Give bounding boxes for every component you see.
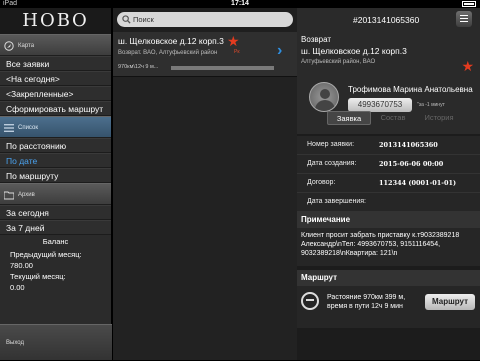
search-placeholder: Поиск: [133, 15, 154, 24]
search-icon: [122, 15, 131, 24]
balance-panel: Баланс Предыдущий месяц: 780.00 Текущий …: [0, 235, 111, 293]
route-panel: Растояние 970км 399 м, время в пути 12ч …: [297, 286, 480, 328]
balance-cur-value: 0.00: [10, 283, 25, 292]
info-label: Дата завершения:: [307, 198, 366, 205]
detail-header: Возврат ш. Щелковское д.12 корп.3 Алтуфь…: [297, 32, 480, 88]
info-value: 2013141065360: [379, 141, 438, 149]
info-row: Дата завершения:: [297, 193, 480, 212]
info-label: Номер заявки:: [307, 141, 355, 148]
sidebar-list-label: Список: [18, 125, 38, 131]
order-region: Возврат. ВАО, Алтуфьевский район: [118, 50, 218, 56]
sidebar-map-label: Карта: [18, 43, 35, 49]
sidebar-item-today[interactable]: <На сегодня>: [0, 71, 111, 86]
star-icon: ★: [227, 33, 240, 49]
order-detail: #2013141065360 Возврат ш. Щелковское д.1…: [297, 8, 480, 360]
order-address: ш. Щелковское д.12 корп.3: [118, 36, 224, 46]
avatar: [309, 82, 339, 112]
info-row: Номер заявки: 2013141065360: [297, 136, 480, 155]
sidebar-map-button[interactable]: Карта: [0, 34, 111, 56]
info-row: Дата создания: 2015-06-06 00:00: [297, 155, 480, 174]
detail-region: Алтуфьевский район, ВАО: [301, 59, 376, 65]
detail-toolbar: #2013141065360: [297, 8, 480, 32]
sidebar-list-button[interactable]: Список: [0, 116, 111, 138]
order-distance: 970км\12ч 9 м...: [118, 64, 159, 70]
clock: 17:14: [231, 0, 249, 7]
info-value: 112344 (0001-01-01): [379, 179, 457, 187]
sidebar-item-archive-today[interactable]: За сегодня: [0, 205, 111, 220]
order-info: Номер заявки: 2013141065360 Дата создания…: [297, 136, 480, 214]
app-logo: НОВО: [0, 8, 111, 34]
order-type: Возврат: [301, 35, 331, 44]
route-info: Растояние 970км 399 м, время в пути 12ч …: [327, 293, 405, 311]
driver-name: Трофимова Марина Анатольевна: [348, 85, 473, 94]
order-tag: Рк: [234, 49, 240, 55]
order-number-title: #2013141065360: [353, 15, 420, 25]
info-label: Дата создания:: [307, 160, 357, 167]
balance-cur-label: Текущий месяц:: [10, 272, 66, 281]
steering-wheel-icon: [301, 292, 319, 310]
detail-tabs: Заявка Состав История: [327, 111, 477, 125]
route-distance: Растояние 970км 399 м,: [327, 294, 406, 301]
folder-icon: [4, 191, 14, 200]
note-text: Клиент просит забрать приставку к.т90323…: [297, 228, 480, 266]
sidebar-item-pinned[interactable]: <Закрепленные>: [0, 86, 111, 101]
driver-phone-button[interactable]: 4993670753: [348, 98, 412, 112]
orders-list: Поиск ш. Щелковское д.12 корп.3 ★ Возвра…: [113, 8, 297, 360]
sidebar-archive-button[interactable]: Архив: [0, 183, 111, 205]
info-value: 2015-06-06 00:00: [379, 160, 444, 168]
info-label: Договор:: [307, 179, 336, 186]
menu-icon: [460, 15, 468, 23]
search-input[interactable]: Поиск: [117, 12, 293, 27]
tab-order[interactable]: Заявка: [327, 111, 371, 125]
driver-eta: "за -1 минут: [417, 102, 445, 108]
note-section-title: Примечание: [297, 212, 480, 228]
info-row: Договор: 112344 (0001-01-01): [297, 174, 480, 193]
sidebar-archive-label: Архив: [18, 192, 35, 198]
search-bar: Поиск: [113, 8, 297, 32]
menu-button[interactable]: [456, 11, 472, 27]
battery-icon: [462, 1, 476, 7]
sidebar-item-by-date[interactable]: По дате: [0, 153, 111, 168]
sidebar-item-by-distance[interactable]: По расстоянию: [0, 138, 111, 153]
star-icon[interactable]: ★: [461, 58, 474, 75]
balance-prev-value: 780.00: [10, 261, 33, 270]
chevron-right-icon[interactable]: ›: [277, 42, 282, 60]
sidebar-item-by-route[interactable]: По маршруту: [0, 168, 111, 183]
detail-address: ш. Щелковское д.12 корп.3: [301, 46, 407, 56]
logout-button[interactable]: Выход: [0, 324, 112, 360]
list-item[interactable]: ш. Щелковское д.12 корп.3 ★ Возврат. ВАО…: [113, 32, 297, 77]
balance-title: Баланс: [42, 237, 69, 246]
compass-icon: [4, 41, 14, 51]
balance-prev-label: Предыдущий месяц:: [10, 250, 82, 259]
sidebar: НОВО Карта Все заявки <На сегодня> <Закр…: [0, 8, 112, 360]
route-button[interactable]: Маршрут: [425, 294, 475, 310]
status-bar: iPad 17:14: [0, 0, 480, 8]
sidebar-item-all[interactable]: Все заявки: [0, 56, 111, 71]
tab-history[interactable]: История: [417, 111, 461, 125]
sidebar-item-build-route[interactable]: Сформировать маршрут: [0, 101, 111, 116]
route-section-title: Маршрут: [297, 270, 480, 286]
order-progress-bar: [171, 66, 274, 70]
list-icon: [4, 124, 14, 132]
tab-contents[interactable]: Состав: [373, 111, 413, 125]
route-time: время в пути 12ч 9 мин: [327, 303, 403, 310]
sidebar-item-archive-week[interactable]: За 7 дней: [0, 220, 111, 235]
